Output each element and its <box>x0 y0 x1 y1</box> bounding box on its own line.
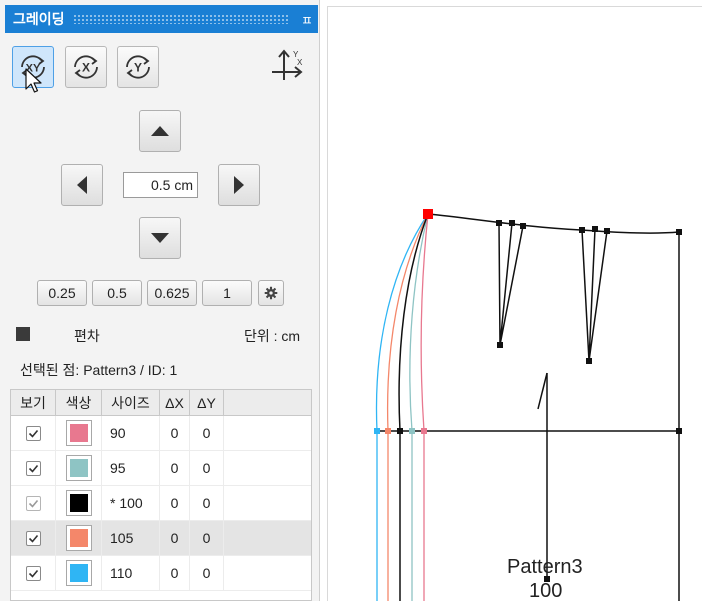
visible-checkbox[interactable] <box>25 565 41 581</box>
size-value: 95 <box>102 451 160 485</box>
dy-value[interactable]: 0 <box>190 416 224 450</box>
table-row[interactable]: 110 0 0 <box>11 556 311 591</box>
swatch-fill <box>69 564 88 582</box>
check-icon <box>28 569 38 578</box>
swatch-fill <box>69 424 88 442</box>
arrow-down-icon <box>151 233 169 243</box>
preset-button[interactable]: 0.625 <box>147 280 197 306</box>
panel-title: 그레이딩 <box>13 11 65 27</box>
drag-grip[interactable] <box>72 14 288 24</box>
dx-value[interactable]: 0 <box>160 556 190 590</box>
panel-titlebar[interactable]: 그레이딩 ㅍ <box>5 5 318 33</box>
grading-panel: 그레이딩 ㅍ XY X Y Y X 0.5 cm 0.25 0.5 0.625 … <box>0 0 320 601</box>
dx-value[interactable]: 0 <box>160 521 190 555</box>
y-grading-button[interactable]: Y <box>117 46 159 88</box>
pattern-drawing[interactable] <box>328 7 702 601</box>
x-rotate-icon: X <box>74 55 98 79</box>
preset-button[interactable]: 0.5 <box>92 280 142 306</box>
grain-arrow <box>537 372 548 410</box>
arrow-left-icon <box>77 176 87 194</box>
grade-line-110 <box>375 213 429 601</box>
column-header-size[interactable]: 사이즈 <box>102 390 160 415</box>
y-rotate-icon: Y <box>126 55 150 79</box>
size-color-swatch[interactable] <box>65 525 92 551</box>
unit-label: 단위 : cm <box>244 328 301 344</box>
grade-point-105 <box>385 428 391 434</box>
check-icon <box>28 464 38 473</box>
dy-value[interactable]: 0 <box>190 556 224 590</box>
dart-1 <box>498 222 524 346</box>
visible-checkbox[interactable] <box>25 460 41 476</box>
visible-checkbox[interactable] <box>25 530 41 546</box>
move-up-button[interactable] <box>139 110 181 152</box>
size-color-swatch[interactable] <box>65 490 92 516</box>
dx-value[interactable]: 0 <box>160 451 190 485</box>
column-header-color[interactable]: 색상 <box>56 390 102 415</box>
pattern-name-label: Pattern3 <box>507 556 583 578</box>
dx-value[interactable]: 0 <box>160 416 190 450</box>
pattern-canvas[interactable]: Pattern3 100 <box>327 6 702 601</box>
table-row[interactable]: 90 0 0 <box>11 416 311 451</box>
visible-checkbox <box>25 495 41 511</box>
selected-point-info: 선택된 점: Pattern3 / ID: 1 <box>20 362 178 378</box>
grade-line-90 <box>420 213 429 601</box>
grade-point-95 <box>409 428 415 434</box>
size-value: 105 <box>102 521 160 555</box>
table-header: 보기 색상 사이즈 ΔX ΔY <box>11 390 311 416</box>
step-input[interactable] <box>123 172 198 198</box>
arrow-right-icon <box>234 176 244 194</box>
pin-icon[interactable]: ㅍ <box>296 10 318 29</box>
preset-button[interactable]: 1 <box>202 280 252 306</box>
deviation-color-swatch[interactable] <box>16 327 30 341</box>
check-icon <box>28 429 38 438</box>
check-icon <box>28 499 38 508</box>
grade-line-105 <box>386 213 429 601</box>
grade-point-90 <box>421 428 427 434</box>
axes-x-label: X <box>297 58 303 67</box>
selected-point[interactable] <box>423 209 433 219</box>
x-button-label: X <box>82 61 90 75</box>
table-row[interactable]: * 100 0 0 <box>11 486 311 521</box>
visible-checkbox[interactable] <box>25 425 41 441</box>
swatch-fill <box>69 529 88 547</box>
deviation-label: 편차 <box>74 328 100 344</box>
size-value: 110 <box>102 556 160 590</box>
y-button-label: Y <box>134 61 142 75</box>
grade-point-110 <box>374 428 380 434</box>
dx-value[interactable]: 0 <box>160 486 190 520</box>
dart-2 <box>581 228 608 362</box>
table-row[interactable]: 95 0 0 <box>11 451 311 486</box>
check-icon <box>28 534 38 543</box>
swatch-fill <box>69 494 88 512</box>
dy-value[interactable]: 0 <box>190 521 224 555</box>
grade-line-95 <box>409 213 429 601</box>
gear-icon <box>264 286 278 300</box>
axes-icon[interactable]: Y X <box>266 48 306 86</box>
preset-settings-button[interactable] <box>258 280 284 306</box>
arrow-up-icon <box>151 126 169 136</box>
pattern-size-label: 100 <box>529 580 563 601</box>
size-value: * 100 <box>102 486 160 520</box>
move-left-button[interactable] <box>61 164 103 206</box>
preset-button[interactable]: 0.25 <box>37 280 87 306</box>
size-value: 90 <box>102 416 160 450</box>
size-color-swatch[interactable] <box>65 420 92 446</box>
table-row[interactable]: 105 0 0 <box>11 521 311 556</box>
dy-value[interactable]: 0 <box>190 486 224 520</box>
column-header-spacer <box>224 390 311 415</box>
column-header-dy[interactable]: ΔY <box>190 390 224 415</box>
size-table: 보기 색상 사이즈 ΔX ΔY 90 0 0 95 0 0 * 100 0 0 … <box>10 389 312 601</box>
move-down-button[interactable] <box>139 217 181 259</box>
waist-line <box>427 213 680 234</box>
dy-value[interactable]: 0 <box>190 451 224 485</box>
x-grading-button[interactable]: X <box>65 46 107 88</box>
column-header-visible[interactable]: 보기 <box>11 390 56 415</box>
column-header-dx[interactable]: ΔX <box>160 390 190 415</box>
size-color-swatch[interactable] <box>65 455 92 481</box>
size-color-swatch[interactable] <box>65 560 92 586</box>
move-right-button[interactable] <box>218 164 260 206</box>
swatch-fill <box>69 459 88 477</box>
mouse-pointer-icon <box>25 68 42 93</box>
